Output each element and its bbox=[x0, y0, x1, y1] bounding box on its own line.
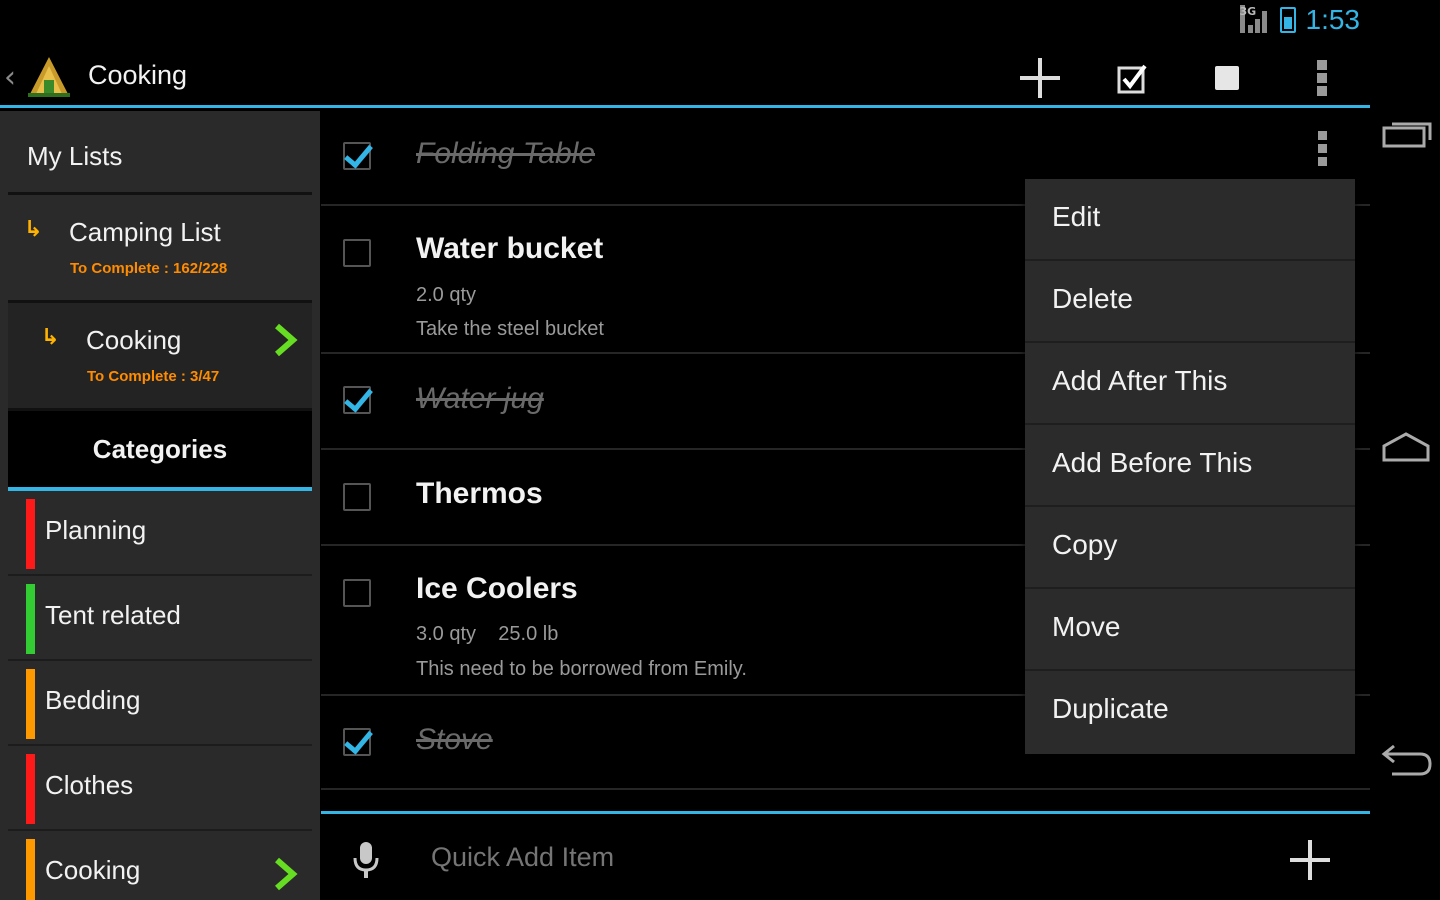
categories-title: Categories bbox=[8, 411, 312, 491]
list-name: Cooking bbox=[86, 325, 182, 355]
item-checkbox[interactable] bbox=[343, 386, 371, 414]
network-type-label: 3G bbox=[1239, 5, 1256, 33]
category-item-bedding[interactable]: Bedding bbox=[8, 661, 312, 746]
category-item-cooking[interactable]: Cooking bbox=[8, 831, 312, 900]
chevron-right-icon bbox=[275, 857, 298, 891]
list-progress: To Complete : 3/47 bbox=[87, 368, 220, 385]
sublist-arrow-icon: ↳ bbox=[41, 325, 60, 350]
category-color-bar bbox=[26, 754, 35, 824]
checkbox-empty-icon bbox=[1215, 66, 1239, 90]
category-name: Planning bbox=[45, 515, 147, 545]
action-bar: ‹ Cooking bbox=[0, 46, 1370, 108]
sublist-arrow-icon: ↳ bbox=[24, 217, 43, 242]
menu-item-move[interactable]: Move bbox=[1025, 589, 1355, 671]
up-navigation-icon[interactable]: ‹ bbox=[4, 60, 16, 95]
item-note: Take the steel bucket bbox=[416, 318, 604, 340]
quick-add-bar bbox=[321, 811, 1370, 900]
menu-item-copy[interactable]: Copy bbox=[1025, 507, 1355, 589]
sidebar-header-label: My Lists bbox=[27, 141, 123, 171]
menu-item-add-before[interactable]: Add Before This bbox=[1025, 425, 1355, 507]
category-color-bar bbox=[26, 584, 35, 654]
more-vert-icon bbox=[1317, 60, 1327, 96]
item-checkbox[interactable] bbox=[343, 728, 371, 756]
sidebar-list-cooking[interactable]: ↳ Cooking To Complete : 3/47 bbox=[8, 303, 312, 411]
system-nav-bar bbox=[1370, 0, 1440, 900]
item-title: Stove bbox=[416, 723, 493, 756]
item-title: Water bucket bbox=[416, 232, 604, 265]
category-name: Tent related bbox=[45, 600, 181, 630]
battery-icon bbox=[1279, 7, 1296, 33]
item-title: Ice Coolers bbox=[416, 572, 578, 605]
add-item-button[interactable] bbox=[1010, 54, 1070, 102]
item-quantity: 2.0 qty bbox=[416, 284, 477, 306]
sidebar-header: My Lists bbox=[8, 111, 312, 195]
chevron-right-icon bbox=[275, 323, 298, 357]
category-item-tent-related[interactable]: Tent related bbox=[8, 576, 312, 661]
category-color-bar bbox=[26, 839, 35, 900]
item-checkbox[interactable] bbox=[343, 239, 371, 267]
uncheck-all-button[interactable] bbox=[1197, 54, 1257, 102]
sidebar-list-camping[interactable]: ↳ Camping List To Complete : 162/228 bbox=[8, 195, 312, 303]
category-name: Bedding bbox=[45, 685, 141, 715]
category-name: Clothes bbox=[45, 770, 134, 800]
list-progress: To Complete : 162/228 bbox=[70, 260, 228, 277]
check-all-button[interactable] bbox=[1103, 54, 1163, 102]
item-checkbox[interactable] bbox=[343, 579, 371, 607]
list-name: Camping List bbox=[69, 217, 221, 247]
signal-icon: 3G bbox=[1239, 5, 1270, 35]
back-icon[interactable] bbox=[1380, 740, 1434, 780]
plus-icon bbox=[1020, 58, 1060, 98]
item-overflow-icon[interactable] bbox=[1318, 131, 1330, 171]
recent-apps-icon[interactable] bbox=[1380, 116, 1434, 156]
status-icons: 3G 1:53 bbox=[1239, 4, 1361, 36]
overflow-menu-button[interactable] bbox=[1292, 54, 1352, 102]
status-time: 1:53 bbox=[1305, 4, 1361, 35]
status-bar: 3G 1:53 bbox=[0, 0, 1370, 46]
menu-item-edit[interactable]: Edit bbox=[1025, 179, 1355, 261]
category-name: Cooking bbox=[45, 855, 141, 885]
menu-item-duplicate[interactable]: Duplicate bbox=[1025, 671, 1355, 753]
quick-add-plus-icon[interactable] bbox=[1288, 838, 1332, 882]
item-title: Water jug bbox=[416, 382, 544, 415]
item-title: Folding Table bbox=[416, 137, 596, 170]
category-color-bar bbox=[26, 669, 35, 739]
item-quantity: 3.0 qty 25.0 lb bbox=[416, 623, 559, 645]
item-checkbox[interactable] bbox=[343, 483, 371, 511]
app-logo-icon[interactable] bbox=[26, 54, 72, 98]
item-note: This need to be borrowed from Emily. bbox=[416, 658, 747, 680]
item-checkbox[interactable] bbox=[343, 142, 371, 170]
page-title: Cooking bbox=[88, 60, 188, 90]
sidebar: My Lists ↳ Camping List To Complete : 16… bbox=[0, 111, 320, 900]
category-color-bar bbox=[26, 499, 35, 569]
checkbox-checked-icon bbox=[1117, 64, 1147, 94]
menu-item-add-after[interactable]: Add After This bbox=[1025, 343, 1355, 425]
microphone-icon[interactable] bbox=[351, 840, 381, 880]
menu-item-delete[interactable]: Delete bbox=[1025, 261, 1355, 343]
category-item-clothes[interactable]: Clothes bbox=[8, 746, 312, 831]
quick-add-input[interactable] bbox=[431, 842, 1131, 873]
home-icon[interactable] bbox=[1380, 428, 1434, 468]
category-item-planning[interactable]: Planning bbox=[8, 491, 312, 576]
item-context-menu: Edit Delete Add After This Add Before Th… bbox=[1025, 179, 1355, 754]
item-title: Thermos bbox=[416, 477, 543, 510]
